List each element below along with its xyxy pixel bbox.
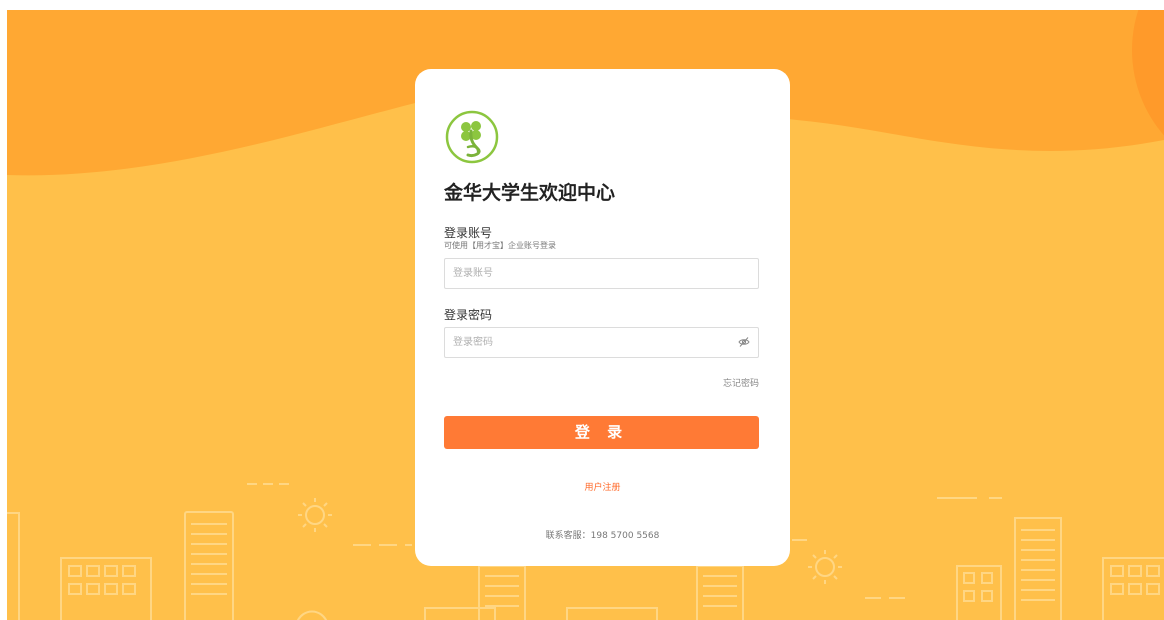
account-hint: 可使用【用才宝】企业账号登录: [444, 241, 556, 250]
login-button[interactable]: 登 录: [444, 416, 759, 449]
password-input[interactable]: 登录密码: [444, 327, 759, 358]
page-title: 金华大学生欢迎中心: [444, 182, 616, 204]
account-input[interactable]: 登录账号: [444, 258, 759, 289]
login-card: 金华大学生欢迎中心 登录账号 可使用【用才宝】企业账号登录 登录账号 登录密码 …: [415, 69, 790, 566]
account-placeholder: 登录账号: [453, 268, 493, 279]
eye-off-icon[interactable]: [738, 336, 750, 348]
login-page-background: 金华大学生欢迎中心 登录账号 可使用【用才宝】企业账号登录 登录账号 登录密码 …: [7, 10, 1164, 620]
forgot-password-link[interactable]: 忘记密码: [723, 376, 759, 389]
password-placeholder: 登录密码: [453, 337, 493, 348]
clover-logo-icon: [445, 110, 499, 164]
customer-service-info: 联系客服：198 5700 5568: [545, 531, 660, 541]
account-label: 登录账号: [444, 226, 493, 240]
register-link[interactable]: 用户注册: [415, 480, 790, 493]
password-label: 登录密码: [444, 308, 493, 322]
